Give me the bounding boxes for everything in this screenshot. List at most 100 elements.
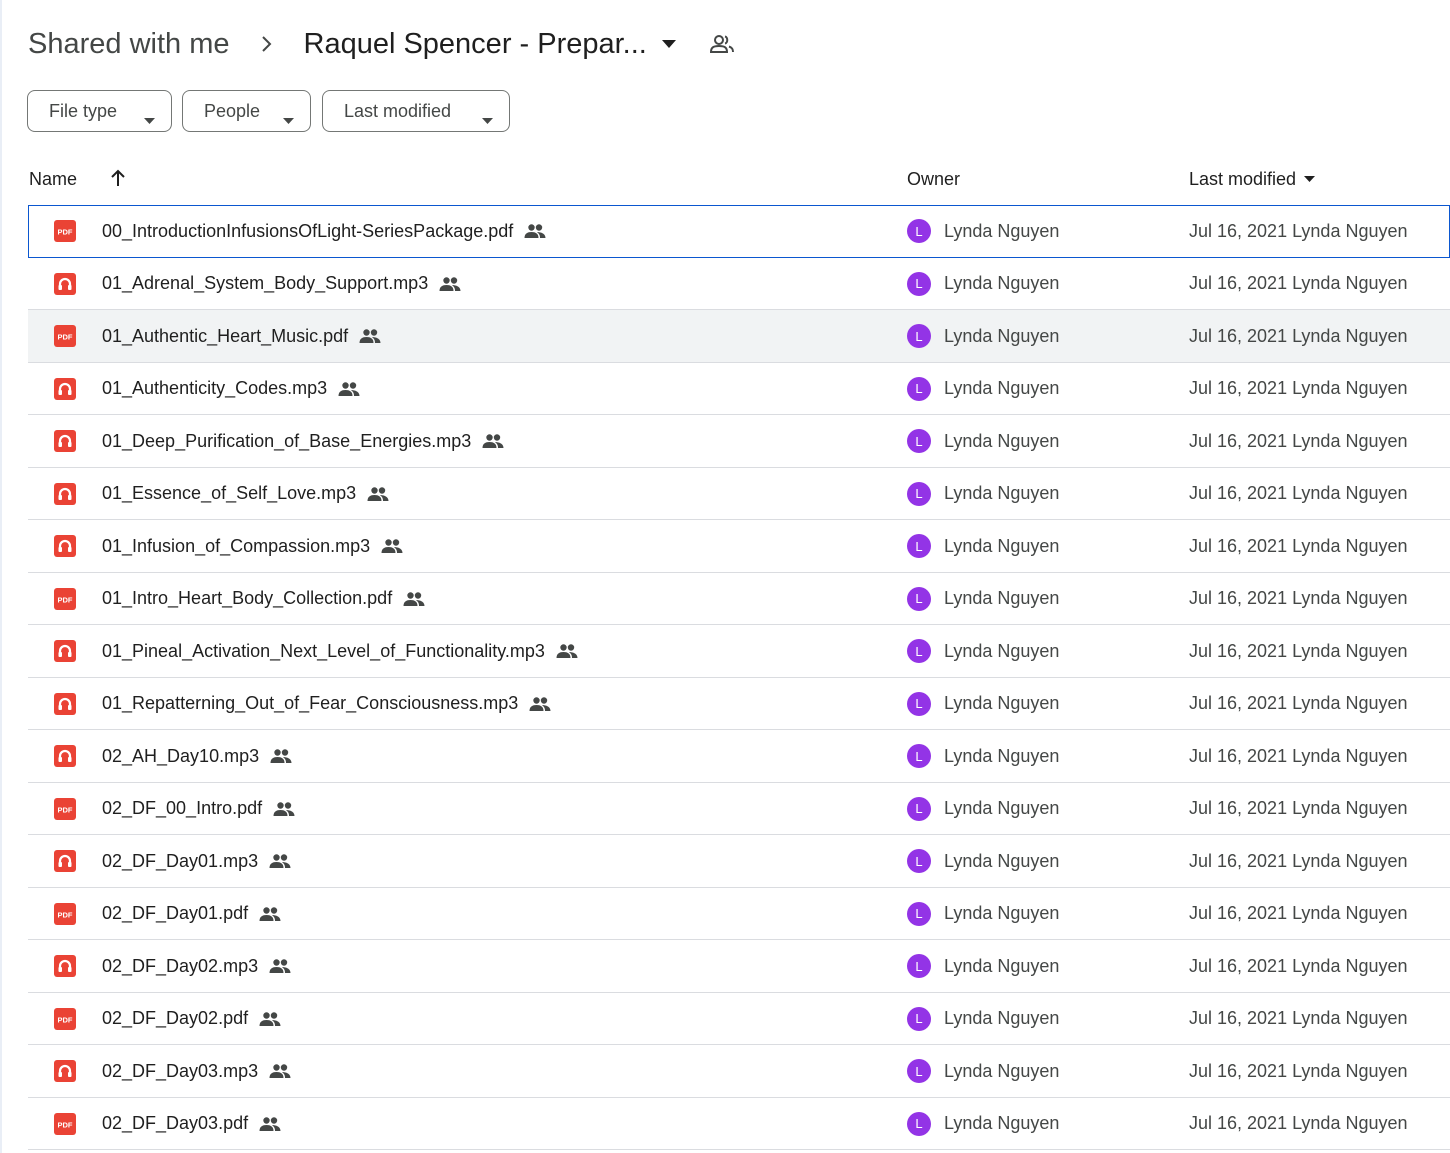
shared-icon xyxy=(529,693,551,715)
file-name: 01_Essence_of_Self_Love.mp3 xyxy=(102,483,357,503)
file-name: 02_AH_Day10.mp3 xyxy=(102,745,260,766)
file-name-cell[interactable]: 01_Intro_Heart_Body_Collection.pdf xyxy=(102,573,425,625)
owner-name: Lynda Nguyen xyxy=(944,903,1060,923)
svg-text:PDF: PDF xyxy=(58,805,73,814)
file-row[interactable]: 01_Deep_Purification_of_Base_Energies.mp… xyxy=(28,415,1450,468)
audio-file-icon xyxy=(54,640,76,662)
file-row[interactable]: PDF 02_DF_Day02.pdf L Lynda Nguyen Jul 16, 2… xyxy=(28,993,1450,1045)
file-row[interactable]: PDF 01_Authentic_Heart_Music.pdf L Lynda Ng… xyxy=(28,310,1450,363)
file-name-cell[interactable]: 01_Authenticity_Codes.mp3 xyxy=(102,363,360,415)
file-row[interactable]: 01_Repatterning_Out_of_Fear_Consciousnes… xyxy=(28,678,1450,730)
file-name: 01_Pineal_Activation_Next_Level_of_Funct… xyxy=(102,640,545,661)
pdf-file-icon: PDF xyxy=(54,220,76,242)
last-modified-value: Jul 16, 2021 Lynda Nguyen xyxy=(1189,903,1408,923)
owner-avatar: L xyxy=(907,271,931,296)
last-modified-value: Jul 16, 2021 Lynda Nguyen xyxy=(1189,1060,1408,1081)
svg-text:PDF: PDF xyxy=(58,228,73,237)
file-name-cell[interactable]: 01_Deep_Purification_of_Base_Energies.mp… xyxy=(102,415,504,467)
shared-icon xyxy=(403,588,425,610)
file-name-cell[interactable]: 00_IntroductionInfusionsOfLight-SeriesPa… xyxy=(102,205,546,257)
file-name: 02_DF_Day01.mp3 xyxy=(102,850,259,871)
file-name-cell[interactable]: 02_DF_Day01.mp3 xyxy=(102,835,291,887)
last-modified-value: Jul 16, 2021 Lynda Nguyen xyxy=(1189,220,1408,241)
owner-name: Lynda Nguyen xyxy=(944,325,1060,346)
file-row[interactable]: 01_Adrenal_System_Body_Support.mp3 L Lynda… xyxy=(28,258,1450,310)
audio-file-icon xyxy=(54,745,76,767)
file-name-cell[interactable]: 02_DF_Day01.pdf xyxy=(102,888,281,940)
file-name-cell[interactable]: 02_DF_Day03.pdf xyxy=(102,1098,281,1150)
pdf-file-icon: PDF xyxy=(54,587,76,610)
breadcrumb-root-link[interactable]: Shared with me xyxy=(28,28,230,61)
last-modified-value: Jul 16, 2021 Lynda Nguyen xyxy=(1189,325,1408,346)
file-name-cell[interactable]: 02_AH_Day10.mp3 xyxy=(102,730,292,782)
breadcrumb-current-folder[interactable]: Raquel Spencer - Prepar... xyxy=(304,28,683,61)
owner-avatar: L xyxy=(907,744,931,768)
shared-icon xyxy=(269,850,291,872)
owner-name: Lynda Nguyen xyxy=(944,588,1060,608)
owner-avatar: L xyxy=(907,586,931,611)
last-modified-value: Jul 16, 2021 Lynda Nguyen xyxy=(1189,1008,1408,1028)
file-row[interactable]: PDF 02_DF_00_Intro.pdf L Lynda Nguyen Jul 16… xyxy=(28,783,1450,835)
shared-icon xyxy=(269,1060,291,1082)
file-name-cell[interactable]: 02_DF_00_Intro.pdf xyxy=(102,783,295,835)
owner-name: Lynda Nguyen xyxy=(944,273,1060,293)
owner-name: Lynda Nguyen xyxy=(944,955,1060,976)
owner-name: Lynda Nguyen xyxy=(944,430,1060,451)
file-row[interactable]: PDF 01_Intro_Heart_Body_Collection.pdf L Ly… xyxy=(28,573,1450,625)
file-name-cell[interactable]: 01_Essence_of_Self_Love.mp3 xyxy=(102,468,389,520)
owner-column-header[interactable]: Owner xyxy=(907,160,960,198)
file-row[interactable]: 01_Essence_of_Self_Love.mp3 L Lynda Nguyen… xyxy=(28,468,1450,520)
file-name-cell[interactable]: 02_DF_Day02.mp3 xyxy=(102,940,291,992)
file-name-cell[interactable]: 02_DF_Day02.pdf xyxy=(102,993,281,1045)
owner-avatar: L xyxy=(907,534,931,558)
file-name: 02_DF_Day02.mp3 xyxy=(102,955,259,976)
file-name-cell[interactable]: 01_Pineal_Activation_Next_Level_of_Funct… xyxy=(102,625,578,677)
file-row[interactable]: PDF 00_IntroductionInfusionsOfLight-Serie… xyxy=(28,205,1450,258)
owner-avatar: L xyxy=(907,219,931,243)
file-type-filter[interactable]: File type xyxy=(27,90,172,132)
shared-folder-icon[interactable] xyxy=(707,29,737,59)
audio-file-icon xyxy=(54,692,76,715)
file-name: 02_DF_00_Intro.pdf xyxy=(102,798,263,818)
shared-icon xyxy=(270,745,292,767)
shared-icon xyxy=(556,640,578,662)
audio-file-icon xyxy=(54,850,76,872)
file-row[interactable]: 02_DF_Day03.mp3 L Lynda Nguyen Jul 16, 2021… xyxy=(28,1045,1450,1098)
file-name-cell[interactable]: 01_Repatterning_Out_of_Fear_Consciousnes… xyxy=(102,678,551,730)
name-column-header[interactable]: Name xyxy=(29,160,77,198)
file-name-cell[interactable]: 01_Infusion_of_Compassion.mp3 xyxy=(102,520,403,572)
arrow-drop-down-icon[interactable] xyxy=(655,30,683,58)
file-name-cell[interactable]: 01_Authentic_Heart_Music.pdf xyxy=(102,310,381,362)
last-modified-filter[interactable]: Last modified xyxy=(322,90,510,132)
file-row[interactable]: 01_Authenticity_Codes.mp3 L Lynda Nguyen Ju… xyxy=(28,363,1450,415)
folder-title: Raquel Spencer - Prepar... xyxy=(303,27,647,60)
file-row[interactable]: 01_Pineal_Activation_Next_Level_of_Funct… xyxy=(28,625,1450,678)
shared-icon xyxy=(367,483,389,505)
file-type-filter-label: File type xyxy=(49,100,118,121)
owner-avatar: L xyxy=(907,691,931,716)
svg-text:PDF: PDF xyxy=(58,333,73,342)
file-list: PDF 00_IntroductionInfusionsOfLight-Serie… xyxy=(28,205,1450,1150)
last-modified-value: Jul 16, 2021 Lynda Nguyen xyxy=(1189,535,1408,556)
people-filter[interactable]: People xyxy=(182,90,311,132)
file-row[interactable]: PDF 02_DF_Day01.pdf L Lynda Nguyen Jul 16, 2… xyxy=(28,888,1450,940)
pdf-file-icon: PDF xyxy=(54,1007,76,1030)
file-row[interactable]: 02_DF_Day01.mp3 L Lynda Nguyen Jul 16, 2021… xyxy=(28,835,1450,888)
file-row[interactable]: 02_DF_Day02.mp3 L Lynda Nguyen Jul 16, 2021… xyxy=(28,940,1450,993)
last-modified-header-label: Last modified xyxy=(1189,168,1297,189)
file-name-cell[interactable]: 01_Adrenal_System_Body_Support.mp3 xyxy=(102,258,461,310)
shared-icon xyxy=(269,955,291,977)
file-name: 01_Intro_Heart_Body_Collection.pdf xyxy=(102,588,393,608)
file-row[interactable]: 02_AH_Day10.mp3 L Lynda Nguyen Jul 16, 2021… xyxy=(28,730,1450,783)
owner-name: Lynda Nguyen xyxy=(944,220,1060,241)
owner-name: Lynda Nguyen xyxy=(944,1113,1060,1133)
file-name-cell[interactable]: 02_DF_Day03.mp3 xyxy=(102,1045,291,1097)
file-row[interactable]: PDF 02_DF_Day03.pdf L Lynda Nguyen Jul 16, 2… xyxy=(28,1098,1450,1150)
owner-name: Lynda Nguyen xyxy=(944,850,1060,871)
last-modified-value: Jul 16, 2021 Lynda Nguyen xyxy=(1189,640,1408,661)
last-modified-column-header[interactable]: Last modified xyxy=(1189,160,1316,198)
file-row[interactable]: 01_Infusion_of_Compassion.mp3 L Lynda Nguy… xyxy=(28,520,1450,573)
svg-text:PDF: PDF xyxy=(58,595,73,604)
arrow-upward-icon[interactable] xyxy=(106,166,130,190)
shared-icon xyxy=(338,378,360,400)
